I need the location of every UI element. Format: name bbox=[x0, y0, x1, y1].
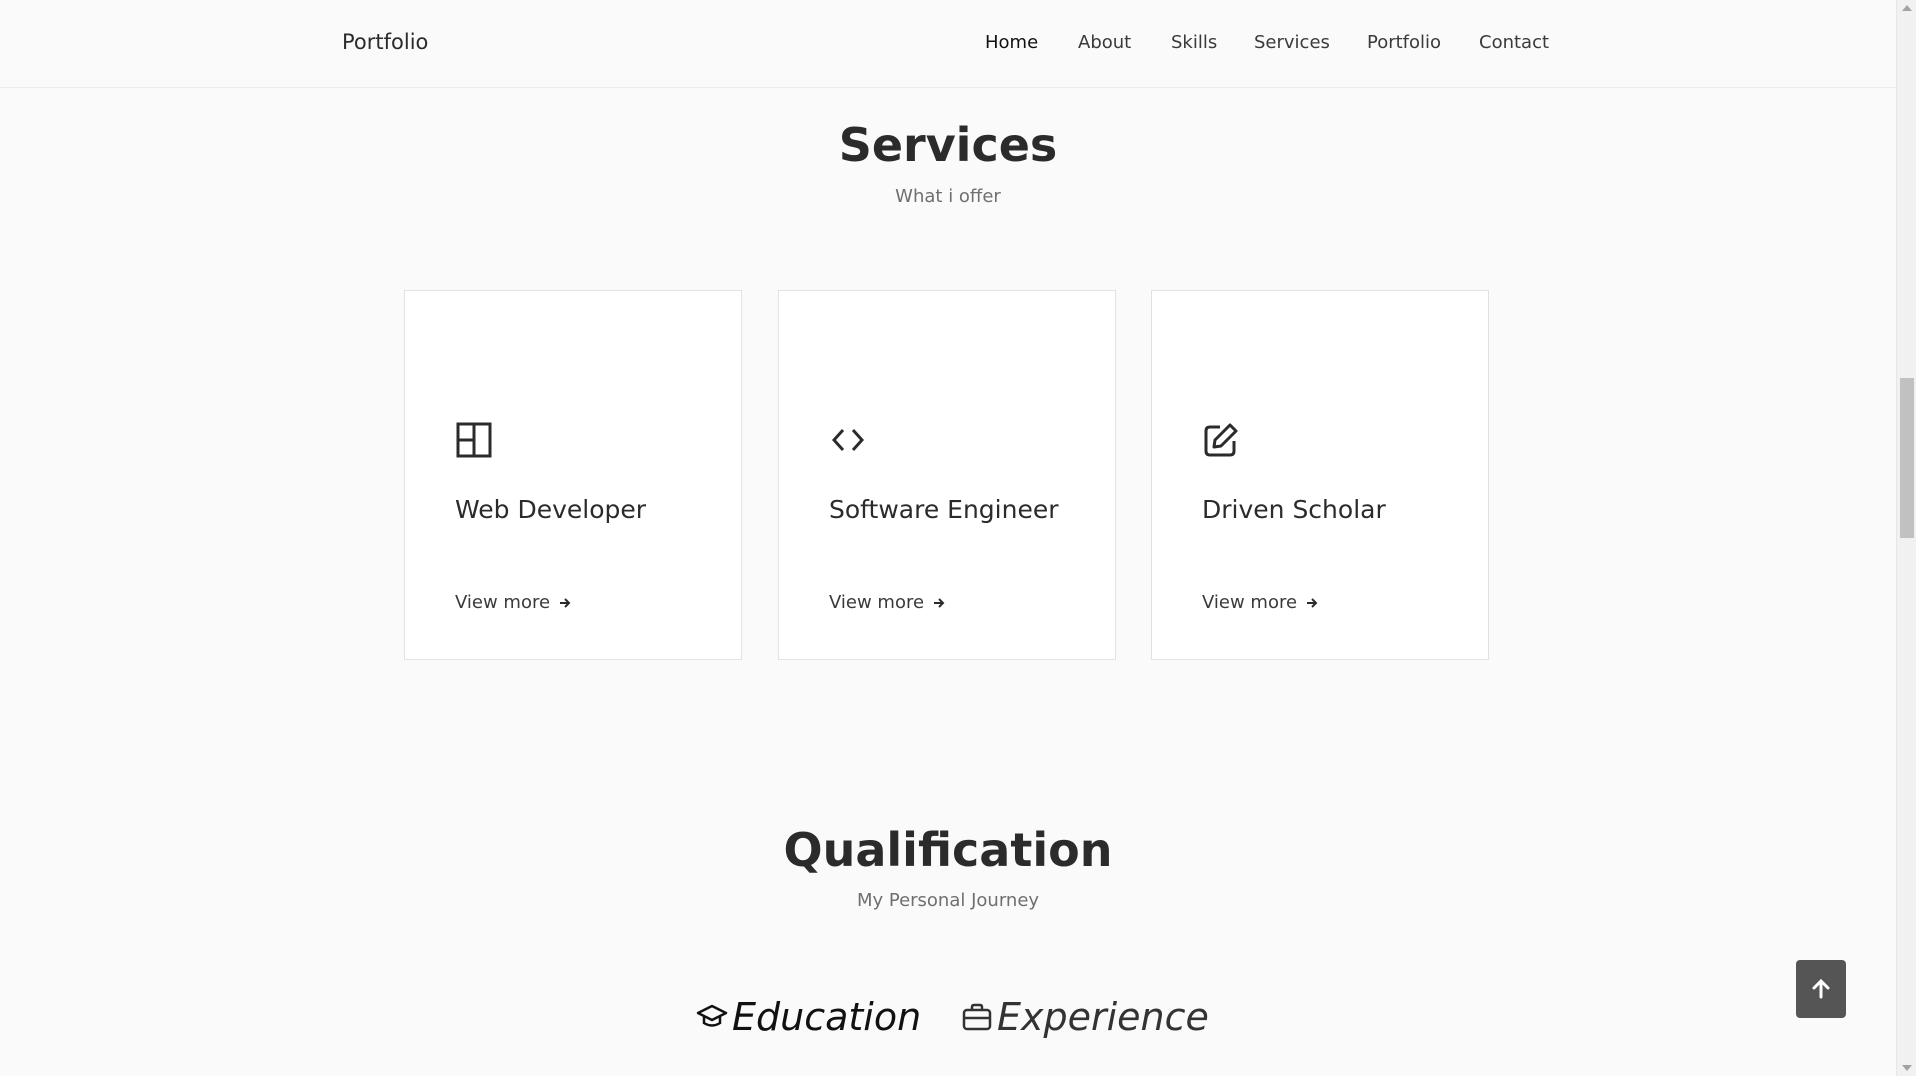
arrow-right-icon bbox=[934, 597, 945, 608]
nav-menu: Home About Skills Services Portfolio Con… bbox=[0, 32, 1896, 56]
services-title: Services bbox=[838, 118, 1058, 172]
edit-icon bbox=[1204, 423, 1238, 457]
header: Portfolio Home About Skills Services Por… bbox=[0, 0, 1896, 88]
service-card-driven-scholar: Driven Scholar View more bbox=[1151, 290, 1489, 660]
scroll-top-button[interactable] bbox=[1796, 960, 1846, 1018]
layout-icon bbox=[456, 422, 492, 458]
view-more-link[interactable]: View more bbox=[829, 592, 946, 613]
nav-skills[interactable]: Skills bbox=[1171, 32, 1217, 53]
services-subtitle: What i offer bbox=[895, 186, 1001, 207]
briefcase-icon bbox=[962, 1003, 992, 1031]
tab-education[interactable]: Education bbox=[696, 995, 921, 1039]
view-more-link[interactable]: View more bbox=[455, 592, 572, 613]
card-title: Web Developer bbox=[455, 495, 647, 524]
card-title: Software Engineer bbox=[829, 495, 1059, 524]
scroll-up-arrow[interactable] bbox=[1902, 5, 1912, 11]
tab-experience[interactable]: Experience bbox=[961, 995, 1209, 1039]
nav-portfolio[interactable]: Portfolio bbox=[1367, 32, 1441, 53]
qualification-subtitle: My Personal Journey bbox=[856, 890, 1040, 911]
scroll-down-arrow[interactable] bbox=[1902, 1065, 1912, 1071]
nav-home[interactable]: Home bbox=[985, 32, 1038, 53]
page-scrollbar[interactable] bbox=[1896, 0, 1916, 1076]
nav-contact[interactable]: Contact bbox=[1479, 32, 1549, 53]
view-more-link[interactable]: View more bbox=[1202, 592, 1319, 613]
graduation-cap-icon bbox=[696, 1004, 728, 1027]
view-more-label: View more bbox=[455, 592, 551, 613]
code-icon bbox=[831, 428, 865, 452]
arrow-up-icon bbox=[1812, 978, 1830, 999]
arrow-right-icon bbox=[1307, 597, 1318, 608]
nav-about[interactable]: About bbox=[1078, 32, 1131, 53]
service-card-web-developer: Web Developer View more bbox=[404, 290, 742, 660]
view-more-label: View more bbox=[829, 592, 925, 613]
tab-label: Education bbox=[732, 995, 922, 1039]
card-title: Driven Scholar bbox=[1202, 495, 1386, 524]
qualification-tabs: Education Experience bbox=[0, 995, 1896, 1045]
qualification-title: Qualification bbox=[783, 823, 1113, 877]
arrow-right-icon bbox=[560, 597, 571, 608]
service-card-software-engineer: Software Engineer View more bbox=[778, 290, 1116, 660]
scroll-thumb[interactable] bbox=[1900, 378, 1914, 538]
tab-label: Experience bbox=[997, 995, 1209, 1039]
view-more-label: View more bbox=[1202, 592, 1298, 613]
nav-services[interactable]: Services bbox=[1254, 32, 1330, 53]
